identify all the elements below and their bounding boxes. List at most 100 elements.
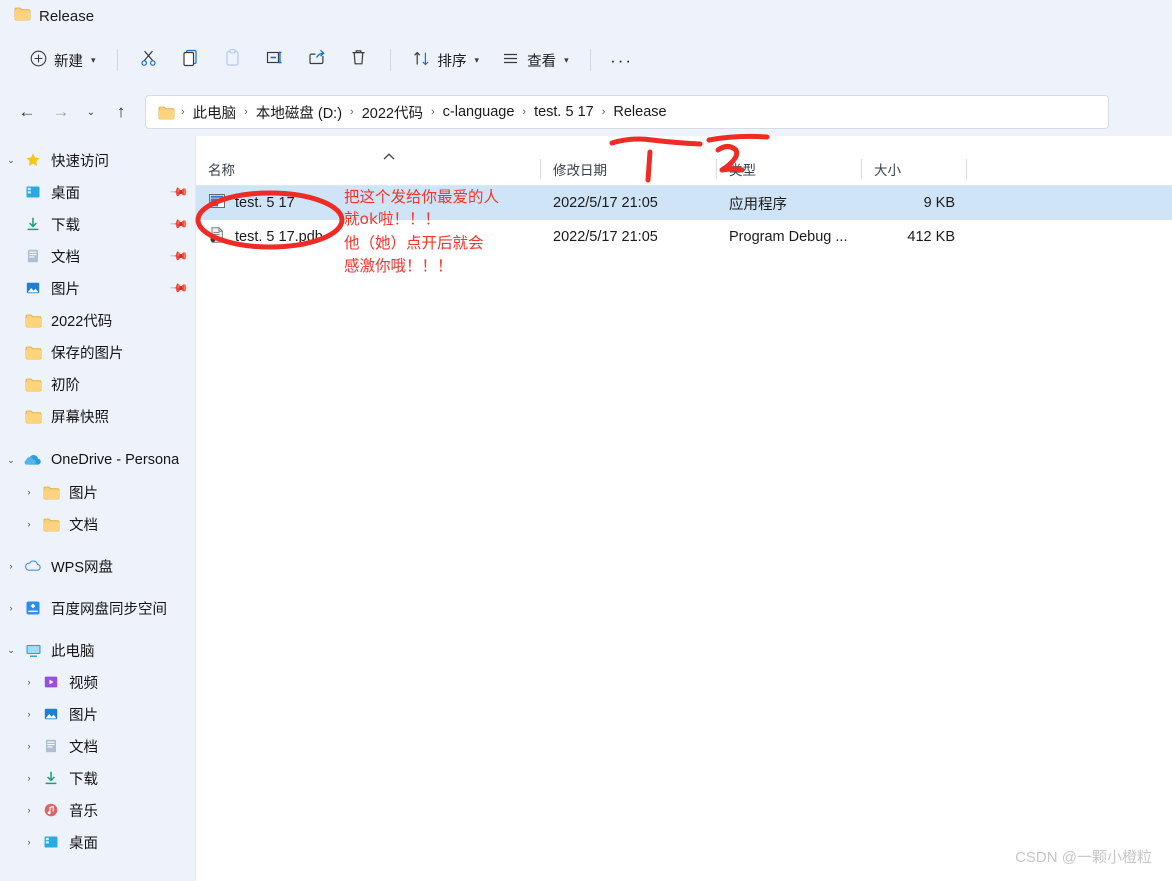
sidebar-item-screenshots[interactable]: 屏幕快照 [0, 400, 195, 432]
navigation-pane[interactable]: ⌄ 快速访问 桌面 📌 下载 📌 文档 📌 图片 📌 2022代码 保存的图片 … [0, 136, 196, 881]
sidebar-item-wps-cloud[interactable]: › WPS网盘 [0, 550, 195, 582]
chevron-down-icon[interactable]: ⌄ [0, 645, 22, 655]
up-button[interactable]: ↑ [104, 96, 138, 128]
folder-icon [22, 407, 44, 425]
sidebar-item-documents[interactable]: 文档 📌 [0, 240, 195, 272]
chevron-right-icon[interactable]: › [18, 709, 40, 719]
column-header-label: 修改日期 [553, 162, 607, 178]
sidebar-item-saved-pictures[interactable]: 保存的图片 [0, 336, 195, 368]
chevron-down-icon[interactable]: ⌄ [0, 455, 22, 465]
chevron-right-icon[interactable]: › [18, 519, 40, 529]
chevron-right-icon[interactable]: › [18, 837, 40, 847]
sidebar-item-2022code[interactable]: 2022代码 [0, 304, 195, 336]
view-button-label: 查看 [527, 53, 557, 70]
sidebar-item-pictures[interactable]: 图片 📌 [0, 272, 195, 304]
cut-button[interactable] [129, 42, 169, 78]
breadcrumb-item-2[interactable]: 2022代码 [356, 99, 429, 126]
sidebar-item-videos[interactable]: › 视频 [0, 666, 195, 698]
sidebar-item-desktop[interactable]: 桌面 📌 [0, 176, 195, 208]
sidebar-label: 图片 [69, 485, 98, 502]
breadcrumb[interactable]: › 此电脑 › 本地磁盘 (D:) › 2022代码 › c-language … [145, 95, 1109, 129]
column-header-size[interactable]: 大小 [862, 152, 967, 186]
chevron-down-icon[interactable]: ▾ [91, 55, 96, 66]
table-row[interactable]: test. 5 17.pdb 2022/5/17 21:05 Program D… [196, 220, 1172, 254]
breadcrumb-item-3[interactable]: c-language [437, 101, 521, 123]
chevron-down-icon[interactable]: ⌄ [0, 155, 22, 165]
sidebar-item-pc-downloads[interactable]: › 下载 [0, 762, 195, 794]
sidebar-item-music[interactable]: › 音乐 [0, 794, 195, 826]
file-name-cell[interactable]: test. 5 17 [196, 192, 541, 214]
chevron-down-icon[interactable]: ▾ [475, 55, 480, 66]
sidebar-label: 音乐 [69, 803, 98, 820]
view-button[interactable]: 查看 ▾ [491, 42, 579, 78]
rename-button[interactable] [255, 42, 295, 78]
breadcrumb-item-4[interactable]: test. 5 17 [528, 101, 600, 123]
chevron-right-icon[interactable]: › [18, 805, 40, 815]
pin-icon[interactable]: 📌 [169, 278, 189, 298]
chevron-down-icon[interactable]: ▾ [564, 55, 569, 66]
trash-icon [349, 48, 368, 72]
file-type-cell: Program Debug ... [729, 229, 848, 245]
sort-button-label: 排序 [437, 53, 467, 70]
chevron-right-icon[interactable]: › [18, 487, 40, 497]
sidebar-item-pc-desktop[interactable]: › 桌面 [0, 826, 195, 858]
column-header-date[interactable]: 修改日期 [541, 152, 717, 186]
sort-button[interactable]: 排序 ▾ [402, 42, 490, 78]
sidebar-item-downloads[interactable]: 下载 📌 [0, 208, 195, 240]
column-header-name[interactable]: 名称 [196, 152, 541, 186]
sidebar-item-quick-access[interactable]: ⌄ 快速访问 [0, 144, 195, 176]
pin-icon[interactable]: 📌 [169, 182, 189, 202]
sidebar-item-onedrive-pictures[interactable]: › 图片 [0, 476, 195, 508]
toolbar-divider-3 [589, 49, 591, 71]
tab-release[interactable]: Release [12, 1, 104, 31]
sidebar-item-this-pc[interactable]: ⌄ 此电脑 [0, 634, 195, 666]
column-header-type[interactable]: 类型 [717, 152, 862, 186]
sort-icon [412, 49, 431, 72]
paste-button[interactable] [213, 42, 253, 78]
new-button[interactable]: 新建 ▾ [20, 42, 106, 78]
copy-button[interactable] [171, 42, 211, 78]
chevron-right-icon[interactable]: › [0, 561, 22, 571]
sidebar-label: 视频 [69, 675, 98, 692]
chevron-right-icon[interactable]: › [18, 773, 40, 783]
content-area: ⌄ 快速访问 桌面 📌 下载 📌 文档 📌 图片 📌 2022代码 保存的图片 … [0, 136, 1172, 881]
breadcrumb-item-1[interactable]: 本地磁盘 (D:) [250, 99, 348, 126]
recent-locations-button[interactable]: ⌄ [78, 96, 104, 128]
pc-icon [22, 641, 44, 659]
sidebar-label: 文档 [51, 249, 80, 266]
sidebar-item-baidu-netdisk[interactable]: › 百度网盘同步空间 [0, 592, 195, 624]
new-button-label: 新建 [54, 53, 83, 70]
file-name-cell[interactable]: test. 5 17.pdb [196, 226, 541, 248]
back-button[interactable]: ← [10, 96, 44, 128]
address-bar-row: ← → ⌄ ↑ › 此电脑 › 本地磁盘 (D:) › 2022代码 › c-l… [0, 88, 1172, 136]
tab-title: Release [39, 7, 95, 25]
chevron-right-icon[interactable]: › [0, 603, 22, 613]
breadcrumb-item-0[interactable]: 此电脑 [187, 99, 243, 126]
sidebar-item-pc-pictures[interactable]: › 图片 [0, 698, 195, 730]
delete-button[interactable] [339, 42, 379, 78]
share-button[interactable] [297, 42, 337, 78]
sidebar-item-pc-documents[interactable]: › 文档 [0, 730, 195, 762]
breadcrumb-separator: › [181, 106, 185, 118]
chevron-right-icon[interactable]: › [18, 677, 40, 687]
pin-icon[interactable]: 📌 [169, 214, 189, 234]
sidebar-label: 桌面 [69, 835, 98, 852]
sidebar-item-onedrive-documents[interactable]: › 文档 [0, 508, 195, 540]
sidebar-item-onedrive[interactable]: ⌄ OneDrive - Persona [0, 444, 195, 476]
table-row[interactable]: test. 5 17 2022/5/17 21:05 应用程序 9 KB [196, 186, 1172, 220]
column-divider[interactable] [966, 158, 967, 179]
pdb-file-icon [208, 226, 226, 248]
file-list-pane[interactable]: 名称 修改日期 类型 大小 test. 5 17 2022/5/17 21:05… [196, 136, 1172, 881]
more-button[interactable]: ··· [602, 42, 642, 78]
breadcrumb-item-5[interactable]: Release [607, 101, 672, 123]
sidebar-item-beginner[interactable]: 初阶 [0, 368, 195, 400]
baidu-icon [22, 599, 44, 617]
sidebar-label: 百度网盘同步空间 [51, 601, 167, 618]
folder-icon [22, 343, 44, 361]
folder-icon [40, 483, 62, 501]
title-bar: Release [0, 0, 1172, 32]
pin-icon[interactable]: 📌 [169, 246, 189, 266]
chevron-right-icon[interactable]: › [18, 741, 40, 751]
forward-button[interactable]: → [44, 96, 78, 128]
column-headers: 名称 修改日期 类型 大小 [196, 152, 1172, 186]
